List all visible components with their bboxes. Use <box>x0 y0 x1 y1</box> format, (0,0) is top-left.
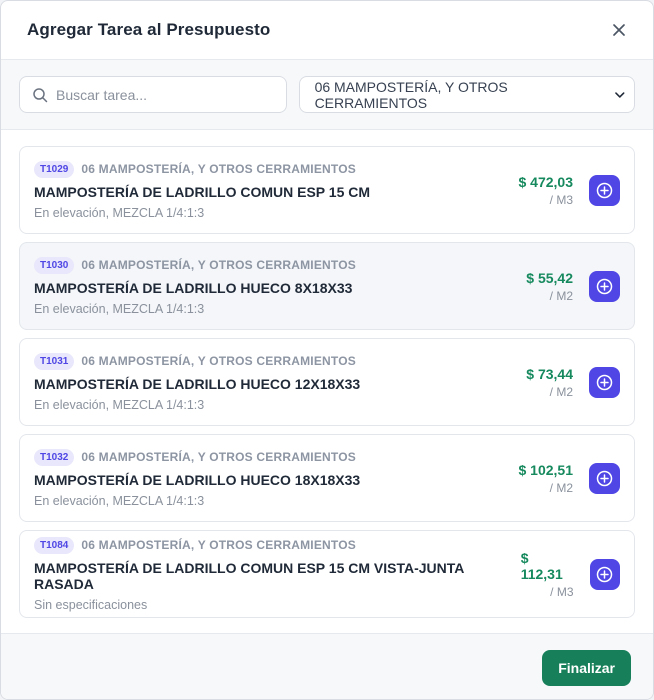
filter-toolbar: 06 MAMPOSTERÍA, Y OTROS CERRAMIENTOS <box>1 60 653 130</box>
add-task-button[interactable] <box>589 366 620 398</box>
task-price: $ 112,31 <box>520 549 563 582</box>
close-icon <box>613 24 625 36</box>
task-name: MAMPOSTERÍA DE LADRILLO HUECO 18X18X33 <box>34 471 361 488</box>
task-code-badge: T1030 <box>34 256 75 274</box>
chevron-down-icon <box>615 91 625 98</box>
task-list: T1029 06 MAMPOSTERÍA, Y OTROS CERRAMIENT… <box>1 130 653 632</box>
task-unit: / M3 <box>550 584 574 599</box>
plus-circle-icon <box>596 278 613 294</box>
task-name: MAMPOSTERÍA DE LADRILLO HUECO 8X18X33 <box>34 279 353 296</box>
plus-circle-icon <box>597 566 613 582</box>
add-task-button[interactable] <box>589 174 620 206</box>
task-code-badge: T1032 <box>34 448 75 466</box>
close-button[interactable] <box>607 18 631 42</box>
task-name: MAMPOSTERÍA DE LADRILLO COMUN ESP 15 CM <box>34 183 371 200</box>
task-unit: / M2 <box>549 384 573 399</box>
task-spec: Sin especificaciones <box>34 597 148 612</box>
task-category: 06 MAMPOSTERÍA, Y OTROS CERRAMIENTOS <box>81 162 356 176</box>
search-input[interactable] <box>56 86 266 103</box>
search-box[interactable] <box>19 76 287 113</box>
task-card[interactable]: T1032 06 MAMPOSTERÍA, Y OTROS CERRAMIENT… <box>19 434 635 522</box>
category-select[interactable]: 06 MAMPOSTERÍA, Y OTROS CERRAMIENTOS <box>298 76 635 113</box>
task-unit: / M2 <box>549 288 573 303</box>
search-icon <box>33 87 48 102</box>
plus-circle-icon <box>596 182 613 198</box>
task-spec: En elevación, MEZCLA 1/4:1:3 <box>34 205 205 220</box>
modal-footer: Finalizar <box>1 633 653 699</box>
task-price: $ 55,42 <box>526 269 573 286</box>
add-task-modal: Agregar Tarea al Presupuesto 06 MAMPOSTE… <box>0 0 654 700</box>
task-code-badge: T1029 <box>34 160 75 178</box>
task-unit: / M3 <box>549 192 573 207</box>
add-task-button[interactable] <box>589 462 620 494</box>
task-spec: En elevación, MEZCLA 1/4:1:3 <box>34 301 205 316</box>
task-spec: En elevación, MEZCLA 1/4:1:3 <box>34 397 205 412</box>
task-category: 06 MAMPOSTERÍA, Y OTROS CERRAMIENTOS <box>81 258 356 272</box>
task-price: $ 73,44 <box>526 365 573 382</box>
task-card[interactable]: T1029 06 MAMPOSTERÍA, Y OTROS CERRAMIENT… <box>19 146 635 234</box>
task-info: T1032 06 MAMPOSTERÍA, Y OTROS CERRAMIENT… <box>34 448 361 508</box>
task-spec: En elevación, MEZCLA 1/4:1:3 <box>34 493 205 508</box>
task-code-badge: T1084 <box>34 536 75 554</box>
modal-title: Agregar Tarea al Presupuesto <box>27 20 271 39</box>
task-info: T1029 06 MAMPOSTERÍA, Y OTROS CERRAMIENT… <box>34 160 371 220</box>
add-task-button[interactable] <box>589 558 620 590</box>
task-name: MAMPOSTERÍA DE LADRILLO COMUN ESP 15 CM … <box>34 559 464 592</box>
task-info: T1030 06 MAMPOSTERÍA, Y OTROS CERRAMIENT… <box>34 256 356 316</box>
plus-circle-icon <box>596 374 613 390</box>
task-card[interactable]: T1031 06 MAMPOSTERÍA, Y OTROS CERRAMIENT… <box>19 338 635 426</box>
task-card[interactable]: T1084 06 MAMPOSTERÍA, Y OTROS CERRAMIENT… <box>19 530 635 618</box>
modal-header: Agregar Tarea al Presupuesto <box>1 1 653 60</box>
task-info: T1031 06 MAMPOSTERÍA, Y OTROS CERRAMIENT… <box>34 352 361 412</box>
finish-button[interactable]: Finalizar <box>542 649 631 686</box>
task-price: $ 102,51 <box>518 461 574 478</box>
task-code-badge: T1031 <box>34 352 75 370</box>
task-name: MAMPOSTERÍA DE LADRILLO HUECO 12X18X33 <box>34 375 361 392</box>
add-task-button[interactable] <box>589 270 620 302</box>
plus-circle-icon <box>596 470 613 486</box>
task-unit: / M2 <box>549 480 573 495</box>
task-category: 06 MAMPOSTERÍA, Y OTROS CERRAMIENTOS <box>81 354 356 368</box>
task-price: $ 472,03 <box>518 173 574 190</box>
task-info: T1084 06 MAMPOSTERÍA, Y OTROS CERRAMIENT… <box>34 536 521 612</box>
task-category: 06 MAMPOSTERÍA, Y OTROS CERRAMIENTOS <box>81 538 356 552</box>
category-select-value: 06 MAMPOSTERÍA, Y OTROS CERRAMIENTOS <box>314 78 508 111</box>
task-category: 06 MAMPOSTERÍA, Y OTROS CERRAMIENTOS <box>81 450 356 464</box>
task-card[interactable]: T1030 06 MAMPOSTERÍA, Y OTROS CERRAMIENT… <box>19 242 635 330</box>
